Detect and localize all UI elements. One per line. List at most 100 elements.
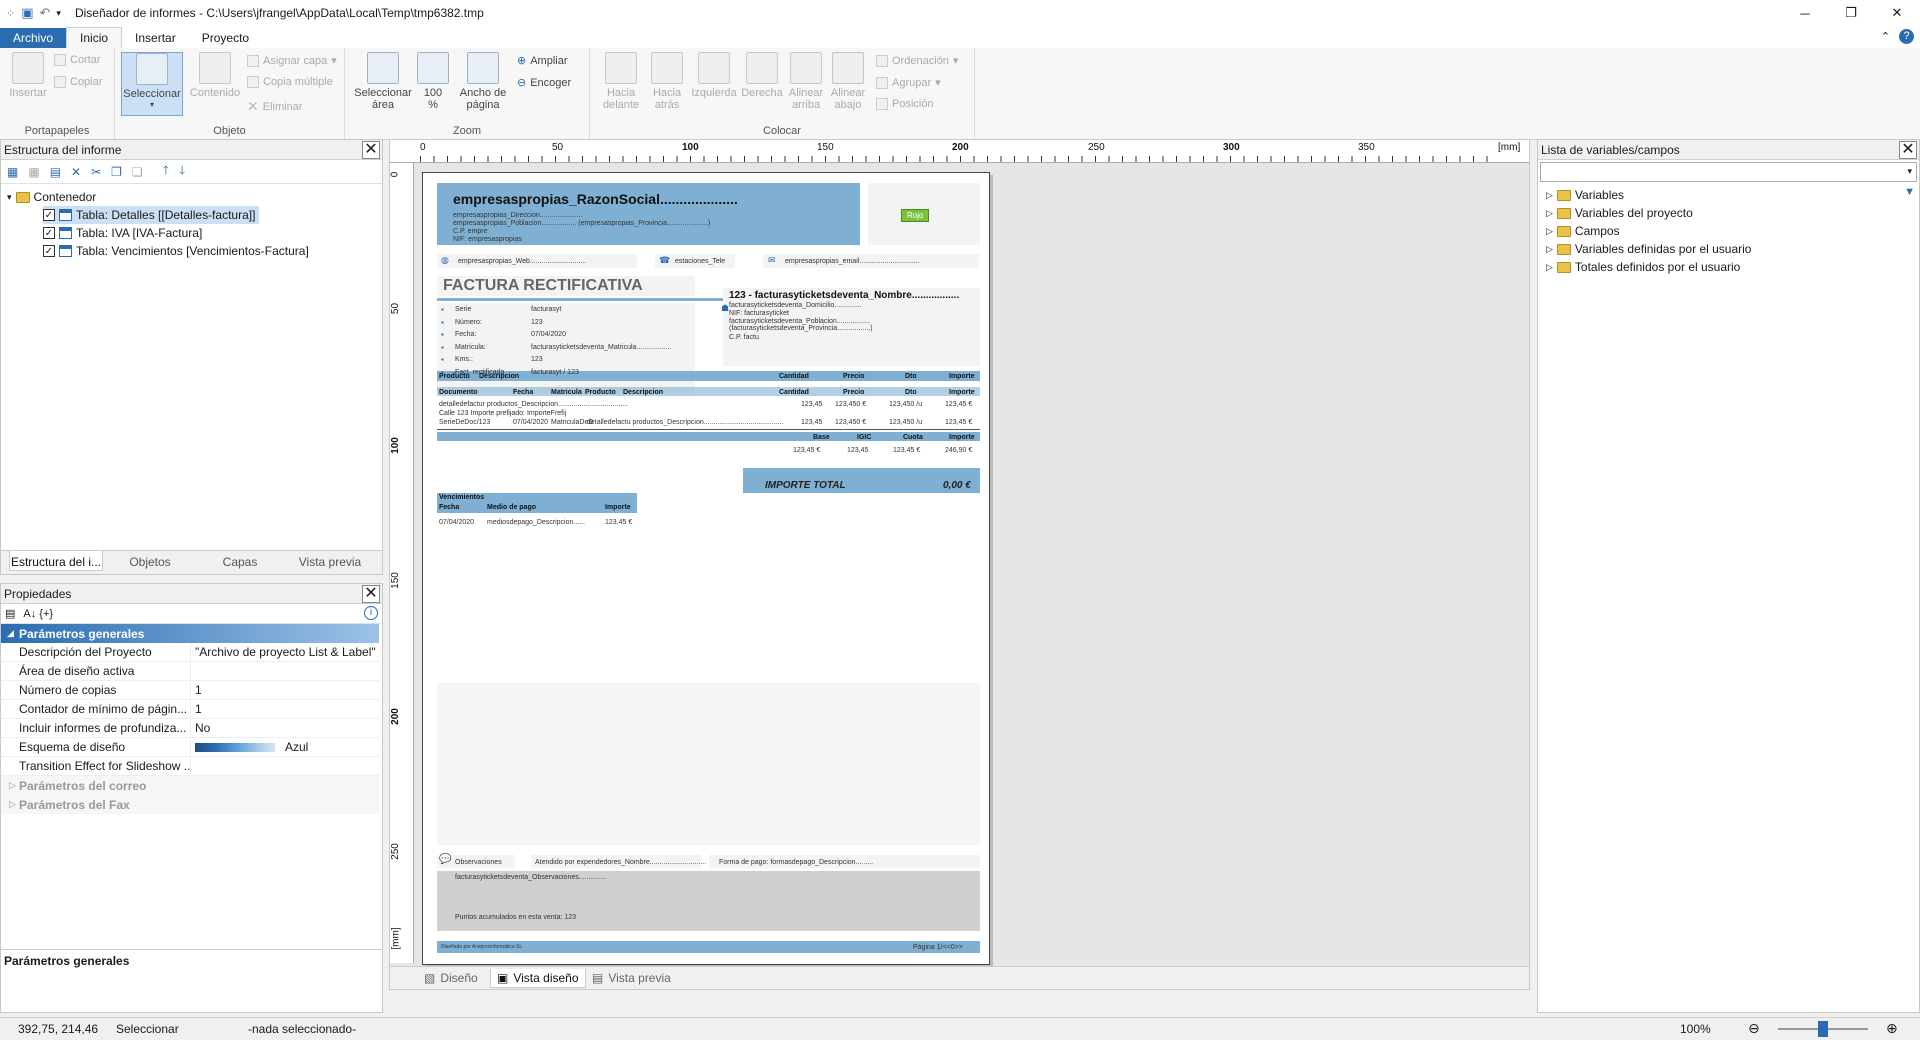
insertar-button[interactable]: Insertar [0, 52, 56, 99]
encoger-button[interactable]: ⊖ Encoger [517, 76, 571, 90]
tab-vista-previa-left[interactable]: Vista previa [285, 551, 375, 571]
prop-row[interactable]: Incluir informes de profundiza... No [1, 718, 379, 738]
var-item-user-vars[interactable]: ▷ Variables definidas por el usuario [1546, 240, 1751, 258]
save-icon[interactable]: ▣ [21, 5, 33, 21]
append-icon[interactable]: ▦ [28, 165, 39, 179]
hacia-delante-button[interactable]: Hacia delante [596, 52, 646, 111]
zoom-out-icon[interactable]: ⊖ [1748, 1020, 1760, 1037]
ampliar-button[interactable]: ⊕ Ampliar [517, 54, 568, 68]
paste-icon[interactable]: ❏ [132, 165, 143, 179]
alinear-arriba-button[interactable]: Alinear arriba [782, 52, 830, 111]
undo-icon[interactable]: ↶ [40, 5, 51, 21]
agrupar-button[interactable]: Agrupar ▾ [876, 76, 941, 89]
zoom-100-button[interactable]: 100% [413, 52, 453, 111]
properties-icon[interactable]: ▤ [50, 165, 61, 179]
visibility-checkbox[interactable]: ✓ [43, 209, 55, 221]
sort-icon[interactable]: A↓ {+} [23, 608, 53, 620]
expand-icon[interactable]: ▷ [1546, 226, 1553, 237]
expand-icon[interactable]: ▷ [1546, 208, 1553, 219]
prop-row[interactable]: Transition Effect for Slideshow ... [1, 756, 379, 776]
categorized-icon[interactable]: ▤ [5, 607, 15, 620]
ribbon-collapse-icon[interactable]: ⌃ [1881, 30, 1890, 43]
var-item-proyecto[interactable]: ▷ Variables del proyecto [1546, 204, 1693, 222]
copy-icon[interactable]: ❐ [111, 165, 122, 179]
copiar-button[interactable]: Copiar [54, 76, 102, 88]
seleccionar-area-button[interactable]: Seleccionar área [351, 52, 415, 111]
cortar-button[interactable]: Cortar [54, 54, 101, 66]
prop-row[interactable]: Esquema de diseño Azul [1, 737, 379, 757]
expand-icon[interactable]: ▷ [9, 799, 16, 810]
report-page[interactable]: empresaspropias_RazonSocial.............… [422, 172, 990, 965]
zoom-slider-thumb[interactable] [1818, 1021, 1828, 1037]
close-icon[interactable]: ✕ [362, 141, 380, 159]
page-body-area[interactable] [437, 683, 980, 845]
folder-icon [1556, 225, 1571, 237]
tree-root[interactable]: ▾ Contenedor [7, 188, 96, 206]
prop-category-general[interactable]: ◢ Parámetros generales [1, 624, 379, 643]
close-icon[interactable]: ✕ [362, 585, 380, 603]
move-down-icon[interactable]: 🡓 [179, 161, 185, 182]
expand-icon[interactable]: ▷ [9, 780, 16, 791]
ribbon: Insertar Cortar Copiar Portapapeles Sele… [0, 48, 1920, 140]
copia-multiple-button[interactable]: Copia múltiple [247, 76, 333, 88]
prop-category-fax[interactable]: ▷ Parámetros del Fax [1, 795, 379, 814]
tab-proyecto[interactable]: Proyecto [189, 28, 262, 48]
structure-panel-header: Estructura del informe ✕ [1, 140, 382, 160]
qa-dropdown-icon[interactable]: ▾ [56, 8, 61, 19]
field-label: Kms.: [455, 356, 473, 363]
prop-category-mail[interactable]: ▷ Parámetros del correo [1, 776, 379, 795]
alinear-abajo-button[interactable]: Alinear abajo [826, 52, 870, 111]
prop-row[interactable]: Área de diseño activa [1, 661, 379, 681]
group-label: Objeto [213, 125, 246, 137]
expand-icon[interactable]: ▷ [1546, 262, 1553, 273]
collapse-icon[interactable]: ◢ [7, 628, 14, 639]
variables-filter-dropdown[interactable]: ▾ [1540, 162, 1917, 182]
seleccionar-button[interactable]: Seleccionar ▾ [121, 52, 183, 116]
move-up-icon[interactable]: 🡑 [163, 161, 169, 182]
tab-inicio[interactable]: Inicio [66, 27, 123, 48]
tab-estructura[interactable]: Estructura del i... [9, 551, 103, 571]
var-item-campos[interactable]: ▷ Campos [1546, 222, 1620, 240]
expand-icon[interactable]: ▷ [1546, 190, 1553, 201]
izquierda-button[interactable]: Izquierda [688, 52, 740, 99]
var-item-user-totals[interactable]: ▷ Totales definidos por el usuario [1546, 258, 1740, 276]
close-icon[interactable]: ✕ [1899, 141, 1917, 159]
tree-item-vencimientos[interactable]: ✓ Tabla: Vencimientos [Vencimientos-Factu… [43, 242, 309, 260]
expand-icon[interactable]: ▷ [1546, 244, 1553, 255]
tab-diseno[interactable]: ▧ Diseño [418, 969, 484, 987]
ancho-pagina-button[interactable]: Ancho de página [453, 52, 513, 111]
tab-vista-diseno[interactable]: ▣ Vista diseño [490, 969, 586, 988]
tab-vista-previa[interactable]: ▤ Vista previa [586, 969, 677, 987]
tree-item-iva[interactable]: ✓ Tabla: IVA [IVA-Factura] [43, 224, 202, 242]
expand-icon[interactable]: ▾ [7, 192, 12, 203]
close-window-button[interactable]: ✕ [1874, 0, 1920, 26]
asignar-capa-button[interactable]: Asignar capa ▾ [247, 54, 337, 67]
prop-row[interactable]: Descripción del Proyecto "Archivo de proy… [1, 642, 379, 662]
posicion-button[interactable]: Posición [876, 98, 934, 110]
tab-objetos[interactable]: Objetos [105, 551, 195, 571]
zoom-in-icon[interactable]: ⊕ [1886, 1020, 1898, 1037]
tab-capas[interactable]: Capas [195, 551, 285, 571]
prop-row[interactable]: Número de copias 1 [1, 680, 379, 700]
filter-icon[interactable]: ▼ [1904, 186, 1915, 198]
ordenacion-button[interactable]: Ordenación ▾ [876, 54, 958, 67]
derecha-button[interactable]: Derecha [738, 52, 786, 99]
var-item-variables[interactable]: ▷ Variables [1546, 186, 1624, 204]
tab-archivo[interactable]: Archivo [0, 28, 67, 48]
tab-insertar[interactable]: Insertar [122, 28, 189, 48]
new-table-icon[interactable]: ▦ [7, 165, 18, 179]
tree-item-detalles[interactable]: ✓ Tabla: Detalles [[Detalles-factura]] [43, 206, 260, 224]
minimize-button[interactable]: ─ [1782, 0, 1828, 26]
maximize-button[interactable]: ❐ [1828, 0, 1874, 26]
eliminar-button[interactable]: ✕ Eliminar [247, 98, 302, 115]
visibility-checkbox[interactable]: ✓ [43, 227, 55, 239]
delete-icon[interactable]: ✕ [71, 165, 81, 179]
contenido-button[interactable]: Contenido [187, 52, 243, 99]
help-icon[interactable]: ? [1899, 29, 1914, 44]
visibility-checkbox[interactable]: ✓ [43, 245, 55, 257]
prop-row[interactable]: Contador de mínimo de págin... 1 [1, 699, 379, 719]
cut-icon[interactable]: ✂ [91, 165, 101, 179]
iva-header[interactable] [437, 432, 980, 441]
info-icon[interactable]: i [364, 606, 378, 620]
hacia-atras-button[interactable]: Hacia atrás [644, 52, 690, 111]
